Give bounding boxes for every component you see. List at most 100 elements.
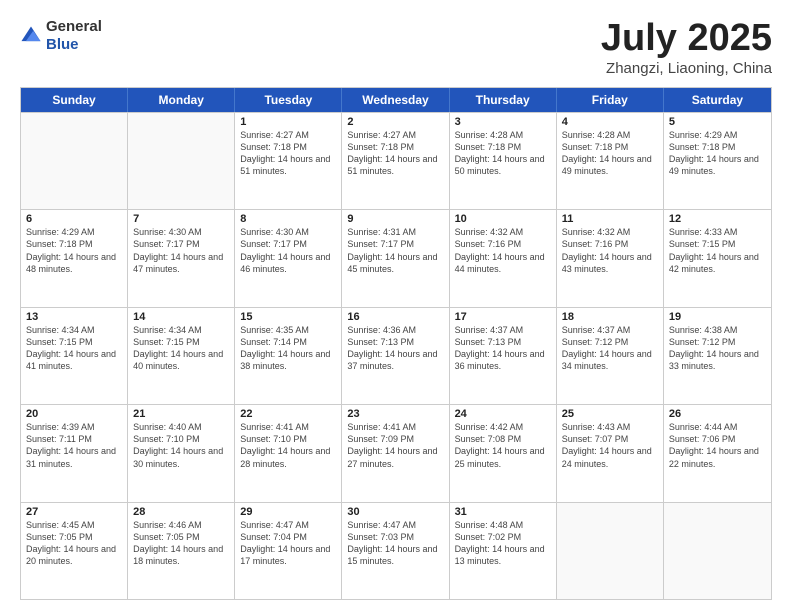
calendar-cell: 29Sunrise: 4:47 AMSunset: 7:04 PMDayligh… <box>235 503 342 599</box>
logo-icon <box>20 25 42 47</box>
calendar-row: 13Sunrise: 4:34 AMSunset: 7:15 PMDayligh… <box>21 307 771 404</box>
day-number: 9 <box>347 213 443 225</box>
calendar-header-cell: Monday <box>128 88 235 112</box>
day-number: 28 <box>133 506 229 518</box>
calendar-cell <box>128 113 235 209</box>
calendar-body: 1Sunrise: 4:27 AMSunset: 7:18 PMDaylight… <box>21 112 771 599</box>
calendar-row: 20Sunrise: 4:39 AMSunset: 7:11 PMDayligh… <box>21 404 771 501</box>
day-number: 30 <box>347 506 443 518</box>
calendar-cell <box>557 503 664 599</box>
calendar-cell: 10Sunrise: 4:32 AMSunset: 7:16 PMDayligh… <box>450 210 557 306</box>
day-info: Sunrise: 4:31 AMSunset: 7:17 PMDaylight:… <box>347 226 443 275</box>
day-number: 23 <box>347 408 443 420</box>
day-info: Sunrise: 4:48 AMSunset: 7:02 PMDaylight:… <box>455 519 551 568</box>
day-info: Sunrise: 4:28 AMSunset: 7:18 PMDaylight:… <box>455 129 551 178</box>
calendar-cell <box>664 503 771 599</box>
calendar-cell: 9Sunrise: 4:31 AMSunset: 7:17 PMDaylight… <box>342 210 449 306</box>
calendar-cell: 14Sunrise: 4:34 AMSunset: 7:15 PMDayligh… <box>128 308 235 404</box>
day-number: 19 <box>669 311 766 323</box>
calendar-cell: 11Sunrise: 4:32 AMSunset: 7:16 PMDayligh… <box>557 210 664 306</box>
day-number: 31 <box>455 506 551 518</box>
logo-blue: Blue <box>46 36 79 53</box>
day-number: 27 <box>26 506 122 518</box>
calendar-cell: 1Sunrise: 4:27 AMSunset: 7:18 PMDaylight… <box>235 113 342 209</box>
calendar-cell: 17Sunrise: 4:37 AMSunset: 7:13 PMDayligh… <box>450 308 557 404</box>
title-location: Zhangzi, Liaoning, China <box>601 60 772 77</box>
calendar-cell: 25Sunrise: 4:43 AMSunset: 7:07 PMDayligh… <box>557 405 664 501</box>
day-number: 8 <box>240 213 336 225</box>
day-info: Sunrise: 4:34 AMSunset: 7:15 PMDaylight:… <box>26 324 122 373</box>
calendar-cell: 18Sunrise: 4:37 AMSunset: 7:12 PMDayligh… <box>557 308 664 404</box>
day-info: Sunrise: 4:38 AMSunset: 7:12 PMDaylight:… <box>669 324 766 373</box>
title-month: July 2025 <box>601 18 772 60</box>
day-info: Sunrise: 4:36 AMSunset: 7:13 PMDaylight:… <box>347 324 443 373</box>
calendar-cell: 31Sunrise: 4:48 AMSunset: 7:02 PMDayligh… <box>450 503 557 599</box>
calendar-cell: 27Sunrise: 4:45 AMSunset: 7:05 PMDayligh… <box>21 503 128 599</box>
day-number: 18 <box>562 311 658 323</box>
day-info: Sunrise: 4:30 AMSunset: 7:17 PMDaylight:… <box>133 226 229 275</box>
day-info: Sunrise: 4:46 AMSunset: 7:05 PMDaylight:… <box>133 519 229 568</box>
day-number: 6 <box>26 213 122 225</box>
day-info: Sunrise: 4:29 AMSunset: 7:18 PMDaylight:… <box>26 226 122 275</box>
calendar-header-cell: Thursday <box>450 88 557 112</box>
day-info: Sunrise: 4:32 AMSunset: 7:16 PMDaylight:… <box>455 226 551 275</box>
day-number: 17 <box>455 311 551 323</box>
calendar: SundayMondayTuesdayWednesdayThursdayFrid… <box>20 87 772 600</box>
day-number: 10 <box>455 213 551 225</box>
day-info: Sunrise: 4:41 AMSunset: 7:10 PMDaylight:… <box>240 421 336 470</box>
calendar-header-cell: Wednesday <box>342 88 449 112</box>
day-info: Sunrise: 4:37 AMSunset: 7:13 PMDaylight:… <box>455 324 551 373</box>
day-number: 14 <box>133 311 229 323</box>
day-info: Sunrise: 4:32 AMSunset: 7:16 PMDaylight:… <box>562 226 658 275</box>
calendar-header-cell: Saturday <box>664 88 771 112</box>
day-info: Sunrise: 4:42 AMSunset: 7:08 PMDaylight:… <box>455 421 551 470</box>
day-number: 11 <box>562 213 658 225</box>
calendar-header-cell: Tuesday <box>235 88 342 112</box>
day-number: 4 <box>562 116 658 128</box>
logo: General Blue <box>20 18 102 54</box>
day-number: 26 <box>669 408 766 420</box>
calendar-header-cell: Friday <box>557 88 664 112</box>
day-info: Sunrise: 4:33 AMSunset: 7:15 PMDaylight:… <box>669 226 766 275</box>
day-number: 7 <box>133 213 229 225</box>
day-number: 3 <box>455 116 551 128</box>
calendar-row: 6Sunrise: 4:29 AMSunset: 7:18 PMDaylight… <box>21 209 771 306</box>
day-number: 15 <box>240 311 336 323</box>
calendar-header-cell: Sunday <box>21 88 128 112</box>
day-number: 29 <box>240 506 336 518</box>
day-info: Sunrise: 4:34 AMSunset: 7:15 PMDaylight:… <box>133 324 229 373</box>
calendar-cell: 30Sunrise: 4:47 AMSunset: 7:03 PMDayligh… <box>342 503 449 599</box>
logo-general: General <box>46 18 102 35</box>
day-info: Sunrise: 4:43 AMSunset: 7:07 PMDaylight:… <box>562 421 658 470</box>
calendar-row: 27Sunrise: 4:45 AMSunset: 7:05 PMDayligh… <box>21 502 771 599</box>
calendar-cell <box>21 113 128 209</box>
calendar-cell: 15Sunrise: 4:35 AMSunset: 7:14 PMDayligh… <box>235 308 342 404</box>
calendar-cell: 28Sunrise: 4:46 AMSunset: 7:05 PMDayligh… <box>128 503 235 599</box>
calendar-cell: 3Sunrise: 4:28 AMSunset: 7:18 PMDaylight… <box>450 113 557 209</box>
day-info: Sunrise: 4:39 AMSunset: 7:11 PMDaylight:… <box>26 421 122 470</box>
day-info: Sunrise: 4:47 AMSunset: 7:04 PMDaylight:… <box>240 519 336 568</box>
calendar-row: 1Sunrise: 4:27 AMSunset: 7:18 PMDaylight… <box>21 112 771 209</box>
calendar-cell: 24Sunrise: 4:42 AMSunset: 7:08 PMDayligh… <box>450 405 557 501</box>
calendar-cell: 6Sunrise: 4:29 AMSunset: 7:18 PMDaylight… <box>21 210 128 306</box>
day-info: Sunrise: 4:29 AMSunset: 7:18 PMDaylight:… <box>669 129 766 178</box>
day-number: 24 <box>455 408 551 420</box>
calendar-cell: 8Sunrise: 4:30 AMSunset: 7:17 PMDaylight… <box>235 210 342 306</box>
day-info: Sunrise: 4:35 AMSunset: 7:14 PMDaylight:… <box>240 324 336 373</box>
calendar-cell: 12Sunrise: 4:33 AMSunset: 7:15 PMDayligh… <box>664 210 771 306</box>
calendar-cell: 16Sunrise: 4:36 AMSunset: 7:13 PMDayligh… <box>342 308 449 404</box>
day-info: Sunrise: 4:47 AMSunset: 7:03 PMDaylight:… <box>347 519 443 568</box>
calendar-cell: 22Sunrise: 4:41 AMSunset: 7:10 PMDayligh… <box>235 405 342 501</box>
calendar-cell: 26Sunrise: 4:44 AMSunset: 7:06 PMDayligh… <box>664 405 771 501</box>
day-number: 2 <box>347 116 443 128</box>
day-info: Sunrise: 4:41 AMSunset: 7:09 PMDaylight:… <box>347 421 443 470</box>
page: General Blue July 2025 Zhangzi, Liaoning… <box>0 0 792 612</box>
day-info: Sunrise: 4:27 AMSunset: 7:18 PMDaylight:… <box>347 129 443 178</box>
calendar-cell: 23Sunrise: 4:41 AMSunset: 7:09 PMDayligh… <box>342 405 449 501</box>
day-number: 25 <box>562 408 658 420</box>
day-info: Sunrise: 4:40 AMSunset: 7:10 PMDaylight:… <box>133 421 229 470</box>
day-number: 16 <box>347 311 443 323</box>
calendar-cell: 19Sunrise: 4:38 AMSunset: 7:12 PMDayligh… <box>664 308 771 404</box>
day-info: Sunrise: 4:27 AMSunset: 7:18 PMDaylight:… <box>240 129 336 178</box>
day-number: 13 <box>26 311 122 323</box>
